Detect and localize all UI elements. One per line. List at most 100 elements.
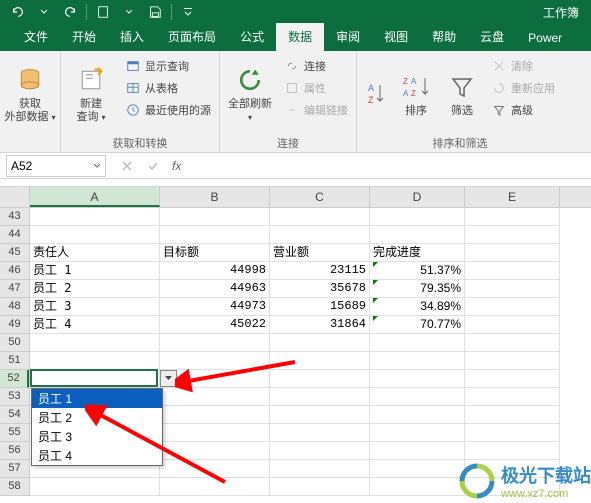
- save-button[interactable]: [143, 2, 167, 22]
- cell[interactable]: [370, 478, 465, 496]
- connections-button[interactable]: 连接: [280, 55, 352, 77]
- cell[interactable]: [370, 370, 465, 388]
- dropdown-item[interactable]: 员工 1: [32, 389, 162, 408]
- sort-button[interactable]: ZAAZ 排序: [395, 55, 437, 133]
- cell[interactable]: [160, 226, 270, 244]
- from-table-button[interactable]: 从表格: [121, 77, 215, 99]
- cell[interactable]: [465, 370, 560, 388]
- cell[interactable]: [370, 424, 465, 442]
- fx-label[interactable]: fx: [172, 159, 181, 173]
- cell[interactable]: [270, 370, 370, 388]
- cell[interactable]: [270, 406, 370, 424]
- cell[interactable]: [370, 406, 465, 424]
- data-validation-dropdown-handle[interactable]: [160, 370, 177, 387]
- row-header[interactable]: 44: [0, 226, 29, 244]
- row-header[interactable]: 54: [0, 406, 29, 424]
- redo-button[interactable]: [58, 2, 82, 22]
- cell[interactable]: [465, 424, 560, 442]
- cell[interactable]: [30, 226, 160, 244]
- row-header[interactable]: 48: [0, 298, 29, 316]
- row-header[interactable]: 51: [0, 352, 29, 370]
- cell[interactable]: [465, 244, 560, 262]
- tab-power[interactable]: Power: [516, 26, 574, 51]
- cell[interactable]: [465, 226, 560, 244]
- cell[interactable]: [370, 334, 465, 352]
- cell[interactable]: 31864: [270, 316, 370, 334]
- cell[interactable]: [270, 334, 370, 352]
- cell[interactable]: [160, 334, 270, 352]
- dropdown-item[interactable]: 员工 2: [32, 408, 162, 427]
- qat-customize[interactable]: [176, 2, 200, 22]
- formula-accept-button[interactable]: [140, 155, 166, 177]
- cell[interactable]: 44963: [160, 280, 270, 298]
- new-query-button[interactable]: 新建 查询 ▾: [65, 55, 117, 133]
- cell[interactable]: [160, 352, 270, 370]
- row-header[interactable]: 46: [0, 262, 29, 280]
- formula-input[interactable]: [187, 155, 591, 177]
- cell[interactable]: [465, 316, 560, 334]
- cell[interactable]: 员工 4: [30, 316, 160, 334]
- row-header[interactable]: 58: [0, 478, 29, 496]
- cell[interactable]: [270, 352, 370, 370]
- edit-links-button[interactable]: 编辑链接: [280, 99, 352, 121]
- cell[interactable]: [160, 460, 270, 478]
- row-header[interactable]: 55: [0, 424, 29, 442]
- row-header[interactable]: 49: [0, 316, 29, 334]
- tab-review[interactable]: 审阅: [324, 23, 372, 51]
- tab-home[interactable]: 开始: [60, 23, 108, 51]
- cell[interactable]: [30, 352, 160, 370]
- tab-formulas[interactable]: 公式: [228, 23, 276, 51]
- cell[interactable]: 70.77%: [370, 316, 465, 334]
- column-header[interactable]: C: [270, 187, 370, 207]
- cell[interactable]: 23115: [270, 262, 370, 280]
- cell[interactable]: [160, 208, 270, 226]
- tab-cloud[interactable]: 云盘: [468, 23, 516, 51]
- row-header[interactable]: 47: [0, 280, 29, 298]
- cell[interactable]: [465, 388, 560, 406]
- cell[interactable]: [370, 442, 465, 460]
- qat-dropdown[interactable]: [32, 2, 56, 22]
- cell[interactable]: [30, 334, 160, 352]
- qat-dropdown-2[interactable]: [117, 2, 141, 22]
- cell[interactable]: 51.37%: [370, 262, 465, 280]
- cell[interactable]: 79.35%: [370, 280, 465, 298]
- cell[interactable]: [370, 352, 465, 370]
- cell[interactable]: [465, 442, 560, 460]
- cell[interactable]: [370, 208, 465, 226]
- new-button[interactable]: [91, 2, 115, 22]
- cell[interactable]: [270, 226, 370, 244]
- dropdown-item[interactable]: 员工 3: [32, 427, 162, 446]
- cell[interactable]: 15689: [270, 298, 370, 316]
- cell[interactable]: [270, 208, 370, 226]
- cell[interactable]: [160, 406, 270, 424]
- advanced-button[interactable]: 高级: [487, 99, 559, 121]
- cell[interactable]: 44973: [160, 298, 270, 316]
- cell[interactable]: 员工 2: [30, 280, 160, 298]
- cell[interactable]: [465, 280, 560, 298]
- cell[interactable]: 目标额: [160, 244, 270, 262]
- name-box[interactable]: [6, 155, 106, 177]
- row-header[interactable]: 52: [0, 370, 29, 388]
- column-header[interactable]: B: [160, 187, 270, 207]
- cell[interactable]: [270, 424, 370, 442]
- undo-button[interactable]: [6, 2, 30, 22]
- cell[interactable]: 员工 3: [30, 298, 160, 316]
- clear-button[interactable]: 清除: [487, 55, 559, 77]
- get-external-data-button[interactable]: 获取 外部数据 ▾: [4, 55, 56, 133]
- cell[interactable]: [270, 388, 370, 406]
- data-validation-dropdown-list[interactable]: 员工 1员工 2员工 3员工 4: [31, 388, 163, 466]
- cell[interactable]: [30, 208, 160, 226]
- column-header[interactable]: D: [370, 187, 465, 207]
- row-header[interactable]: 43: [0, 208, 29, 226]
- row-header[interactable]: 57: [0, 460, 29, 478]
- recent-sources-button[interactable]: 最近使用的源: [121, 99, 215, 121]
- cell[interactable]: 45022: [160, 316, 270, 334]
- name-box-input[interactable]: [11, 159, 81, 173]
- tab-file[interactable]: 文件: [12, 23, 60, 51]
- column-header[interactable]: E: [465, 187, 560, 207]
- cell[interactable]: [30, 370, 160, 388]
- cell[interactable]: 营业额: [270, 244, 370, 262]
- cell[interactable]: [160, 388, 270, 406]
- cell[interactable]: [465, 262, 560, 280]
- cell[interactable]: 35678: [270, 280, 370, 298]
